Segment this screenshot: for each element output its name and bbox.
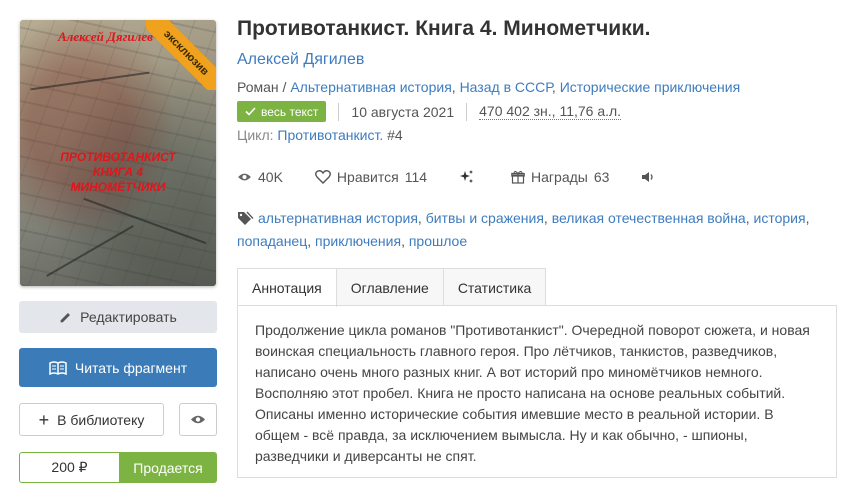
tag-list: альтернативная история, битвы и сражения… — [237, 207, 827, 253]
read-fragment-label: Читать фрагмент — [74, 359, 188, 376]
genre-alt-history[interactable]: Альтернативная история — [290, 79, 451, 95]
book-title: Противотанкист. Книга 4. Минометчики. — [237, 17, 651, 40]
tab-annotation[interactable]: Аннотация — [237, 268, 337, 307]
sparkles-icon — [460, 170, 474, 183]
cycle-info: Цикл: Противотанкист. #4 — [237, 127, 403, 143]
cover-author: Алексей Дягилев — [58, 29, 153, 44]
stats-row: 40K Нравится 114 Награды 63 — [237, 167, 687, 187]
genre-back-to-ussr[interactable]: Назад в СССР — [460, 79, 552, 95]
awards-label: Награды — [531, 169, 588, 185]
eye-icon — [191, 415, 205, 424]
add-to-library-label: В библиотеку — [57, 411, 145, 428]
cover-title-line: МИНОМЁТЧИКИ — [70, 180, 166, 194]
like-button[interactable]: Нравится 114 — [314, 169, 428, 185]
cycle-link[interactable]: Противотанкист. — [277, 127, 383, 143]
tag-past[interactable]: прошлое — [409, 233, 467, 249]
heart-icon — [314, 170, 331, 184]
tag-separator: , — [805, 210, 810, 226]
tag-battles[interactable]: битвы и сражения — [426, 210, 544, 226]
tag-popadanets[interactable]: попаданец — [237, 233, 307, 249]
read-fragment-button[interactable]: Читать фрагмент — [19, 348, 217, 387]
tag-history[interactable]: история — [754, 210, 806, 226]
genre-roman[interactable]: Роман — [237, 79, 279, 95]
book-cover[interactable]: Алексей Дягилев ПРОТИВОТАНКИСТ КНИГА 4 М… — [20, 20, 216, 286]
info-tabs: Аннотация Оглавление Статистика — [237, 268, 547, 307]
book-size: 470 402 зн., 11,76 а.л. — [479, 103, 622, 120]
annotation-panel: Продолжение цикла романов "Противотанкис… — [237, 305, 837, 478]
watch-button[interactable] — [179, 403, 217, 436]
awards-count: 63 — [593, 169, 610, 185]
tag-icon — [238, 211, 254, 225]
cover-map-line — [46, 225, 134, 277]
open-book-icon — [49, 360, 67, 375]
author-link[interactable]: Алексей Дягилев — [237, 51, 364, 69]
tag-alt-history[interactable]: альтернативная история — [258, 210, 418, 226]
audio-button[interactable] — [641, 171, 655, 183]
views-stat: 40K — [237, 169, 283, 185]
likes-label: Нравится — [336, 169, 399, 185]
tag-separator: , — [307, 233, 316, 249]
cycle-number: #4 — [387, 127, 403, 143]
annotation-text: Продолжение цикла романов "Противотанкис… — [255, 322, 810, 464]
cover-map-line — [83, 197, 207, 245]
edit-button-label: Редактировать — [80, 309, 177, 325]
cover-map-line — [30, 71, 150, 91]
pencil-icon — [60, 312, 71, 322]
meta-row: весь текст 10 августа 2021 470 402 зн., … — [237, 101, 622, 122]
tag-separator: , — [543, 210, 552, 226]
cover-title-line: ПРОТИВОТАНКИСТ — [60, 150, 176, 164]
genre-list: Роман / Альтернативная история, Назад в … — [237, 79, 741, 95]
likes-count: 114 — [404, 169, 428, 185]
eye-icon — [238, 173, 251, 181]
speaker-icon — [642, 172, 654, 182]
tab-contents[interactable]: Оглавление — [335, 268, 444, 306]
exclusive-ribbon: эксклюзив — [146, 20, 216, 90]
genre-historical-adventures[interactable]: Исторические приключения — [560, 79, 740, 95]
gift-icon — [511, 170, 525, 184]
cover-title: ПРОТИВОТАНКИСТ КНИГА 4 МИНОМЁТЧИКИ — [38, 150, 198, 195]
views-count: 40K — [258, 169, 283, 185]
edit-button[interactable]: Редактировать — [19, 301, 217, 333]
cover-title-line: КНИГА 4 — [92, 165, 144, 179]
awards-button[interactable]: Награды 63 — [511, 169, 609, 185]
tab-statistics[interactable]: Статистика — [442, 268, 547, 306]
tag-separator: , — [745, 210, 754, 226]
tag-separator: , — [417, 210, 426, 226]
full-text-label: весь текст — [261, 104, 319, 119]
tag-adventures[interactable]: приключения — [315, 233, 401, 249]
exclusive-ribbon-wrap: эксклюзив — [146, 20, 216, 90]
cycle-label: Цикл: — [237, 127, 274, 143]
plus-icon: + — [38, 409, 50, 430]
divider — [338, 102, 340, 121]
price-value: 200 ₽ — [19, 452, 119, 483]
sparkles-button[interactable] — [459, 169, 475, 185]
divider — [466, 102, 468, 121]
publish-date: 10 августа 2021 — [351, 103, 455, 120]
check-icon — [245, 107, 256, 116]
add-to-library-button[interactable]: + В библиотеку — [19, 403, 164, 436]
tag-great-patriotic-war[interactable]: великая отечественная война — [552, 210, 746, 226]
full-text-badge: весь текст — [237, 101, 327, 122]
buy-button[interactable]: Продается — [119, 452, 217, 483]
tag-separator: , — [401, 233, 409, 249]
